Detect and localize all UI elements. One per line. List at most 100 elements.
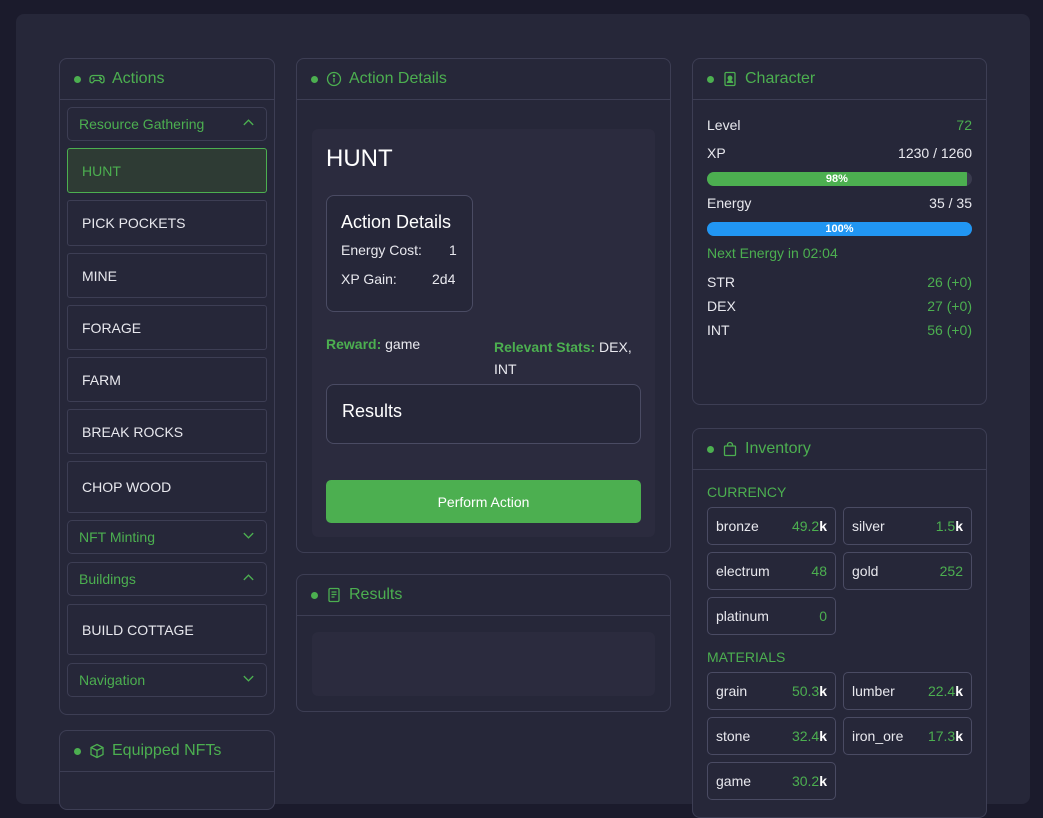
group-navigation[interactable]: Navigation <box>67 663 267 697</box>
item-amount: 252 <box>940 563 963 579</box>
xp-percent: 98% <box>825 173 848 185</box>
energy-cost-value: 1 <box>449 242 457 258</box>
action-item-chop-wood[interactable]: CHOP WOOD <box>67 461 267 513</box>
reward-value: game <box>385 336 421 352</box>
info-icon <box>326 71 342 87</box>
inventory-cell-silver: silver 1.5k <box>843 507 972 545</box>
inventory-cell-gold: gold 252 <box>843 552 972 590</box>
group-label: Resource Gathering <box>79 116 205 132</box>
action-item-break-rocks[interactable]: BREAK ROCKS <box>67 409 267 454</box>
amount-value: 30.2 <box>791 773 820 789</box>
group-nft-minting[interactable]: NFT Minting <box>67 520 267 554</box>
xp-progress-bar: 98% <box>707 172 972 186</box>
inventory-cell-platinum: platinum 0 <box>707 597 836 635</box>
action-details-body: HUNT Action Details Energy Cost: 1 XP Ga… <box>312 129 655 537</box>
xp-label: XP <box>707 145 726 161</box>
relevant-stats-label: Relevant Stats: <box>494 339 596 355</box>
item-amount: 17.3k <box>928 728 963 744</box>
stat-row-str: STR 26 (+0) <box>707 274 972 290</box>
xp-value: 1230 / 1260 <box>898 145 972 161</box>
action-item-label: MINE <box>82 267 117 284</box>
group-label: NFT Minting <box>79 529 155 545</box>
amount-unit: k <box>955 518 963 534</box>
chevron-down-icon <box>242 529 255 545</box>
actions-panel: Actions Resource Gathering HUNT PICK POC… <box>59 58 275 715</box>
item-name: game <box>716 773 752 789</box>
item-amount: 50.3k <box>792 683 827 699</box>
stat-name: STR <box>707 274 735 290</box>
inventory-cell-game: game 30.2k <box>707 762 836 800</box>
amount-unit: k <box>955 683 963 699</box>
level-value: 72 <box>956 117 972 133</box>
amount-value: 252 <box>939 563 963 579</box>
equipped-nfts-header: Equipped NFTs <box>60 731 274 772</box>
stat-value: 27 (+0) <box>927 298 972 314</box>
action-details-title: Action Details <box>349 70 447 87</box>
group-resource-gathering[interactable]: Resource Gathering <box>67 107 267 141</box>
shopping-bag-icon <box>722 441 738 457</box>
action-item-label: HUNT <box>82 162 121 179</box>
inventory-title: Inventory <box>745 440 811 457</box>
amount-unit: k <box>819 518 827 534</box>
group-label: Navigation <box>79 672 146 688</box>
action-item-pick-pockets[interactable]: PICK POCKETS <box>67 200 267 246</box>
status-dot <box>74 747 81 755</box>
status-dot <box>707 445 714 453</box>
results-body <box>312 632 655 696</box>
action-item-label: FARM <box>82 371 121 388</box>
materials-section-label: MATERIALS <box>707 649 786 665</box>
item-amount: 1.5k <box>936 518 963 534</box>
action-item-label: PICK POCKETS <box>82 215 186 231</box>
xp-gain-label: XP Gain: <box>341 271 397 287</box>
amount-value: 50.3 <box>791 683 820 699</box>
stat-value: 56 (+0) <box>927 322 972 338</box>
status-dot <box>311 591 318 599</box>
status-dot <box>707 75 714 83</box>
item-name: gold <box>852 563 879 579</box>
item-name: electrum <box>716 563 770 579</box>
inventory-cell-iron-ore: iron_ore 17.3k <box>843 717 972 755</box>
inventory-cell-electrum: electrum 48 <box>707 552 836 590</box>
currency-section-label: CURRENCY <box>707 484 787 500</box>
group-buildings[interactable]: Buildings <box>67 562 267 596</box>
xp-row: XP 1230 / 1260 <box>707 145 972 161</box>
action-item-hunt[interactable]: HUNT <box>67 148 267 193</box>
item-amount: 30.2k <box>792 773 827 789</box>
actions-title: Actions <box>112 70 165 87</box>
action-item-mine[interactable]: MINE <box>67 253 267 298</box>
amount-value: 49.2 <box>791 518 820 534</box>
equipped-nfts-panel: Equipped NFTs <box>59 730 275 810</box>
item-amount: 49.2k <box>792 518 827 534</box>
document-icon <box>326 587 342 603</box>
item-amount: 32.4k <box>792 728 827 744</box>
item-name: grain <box>716 683 748 699</box>
item-amount: 48 <box>811 563 827 579</box>
stat-row-int: INT 56 (+0) <box>707 322 972 338</box>
action-stats-box: Action Details Energy Cost: 1 XP Gain: 2… <box>326 195 473 312</box>
item-name: silver <box>852 518 885 534</box>
inventory-cell-stone: stone 32.4k <box>707 717 836 755</box>
character-header: Character <box>693 59 986 100</box>
actions-header: Actions <box>60 59 274 100</box>
action-details-panel: Action Details HUNT Action Details Energ… <box>296 58 671 553</box>
item-name: platinum <box>716 608 769 624</box>
amount-value: 0 <box>819 608 827 624</box>
perform-action-button[interactable]: Perform Action <box>326 480 641 523</box>
item-amount: 0 <box>819 608 827 624</box>
action-item-forage[interactable]: FORAGE <box>67 305 267 350</box>
gamepad-icon <box>89 71 105 87</box>
inline-results-title: Results <box>342 401 403 421</box>
cube-icon <box>89 743 105 759</box>
level-label: Level <box>707 117 741 133</box>
action-item-label: BREAK ROCKS <box>82 423 184 440</box>
item-name: lumber <box>852 683 895 699</box>
action-item-farm[interactable]: FARM <box>67 357 267 402</box>
amount-value: 48 <box>811 563 827 579</box>
action-item-build-cottage[interactable]: BUILD COTTAGE <box>67 604 267 655</box>
action-name: HUNT <box>326 145 393 172</box>
inventory-panel: Inventory CURRENCY bronze 49.2k silver 1… <box>692 428 987 818</box>
xp-gain-value: 2d4 <box>432 271 456 287</box>
energy-label: Energy <box>707 195 752 211</box>
character-title: Character <box>745 70 816 87</box>
stat-value: 26 (+0) <box>927 274 972 290</box>
